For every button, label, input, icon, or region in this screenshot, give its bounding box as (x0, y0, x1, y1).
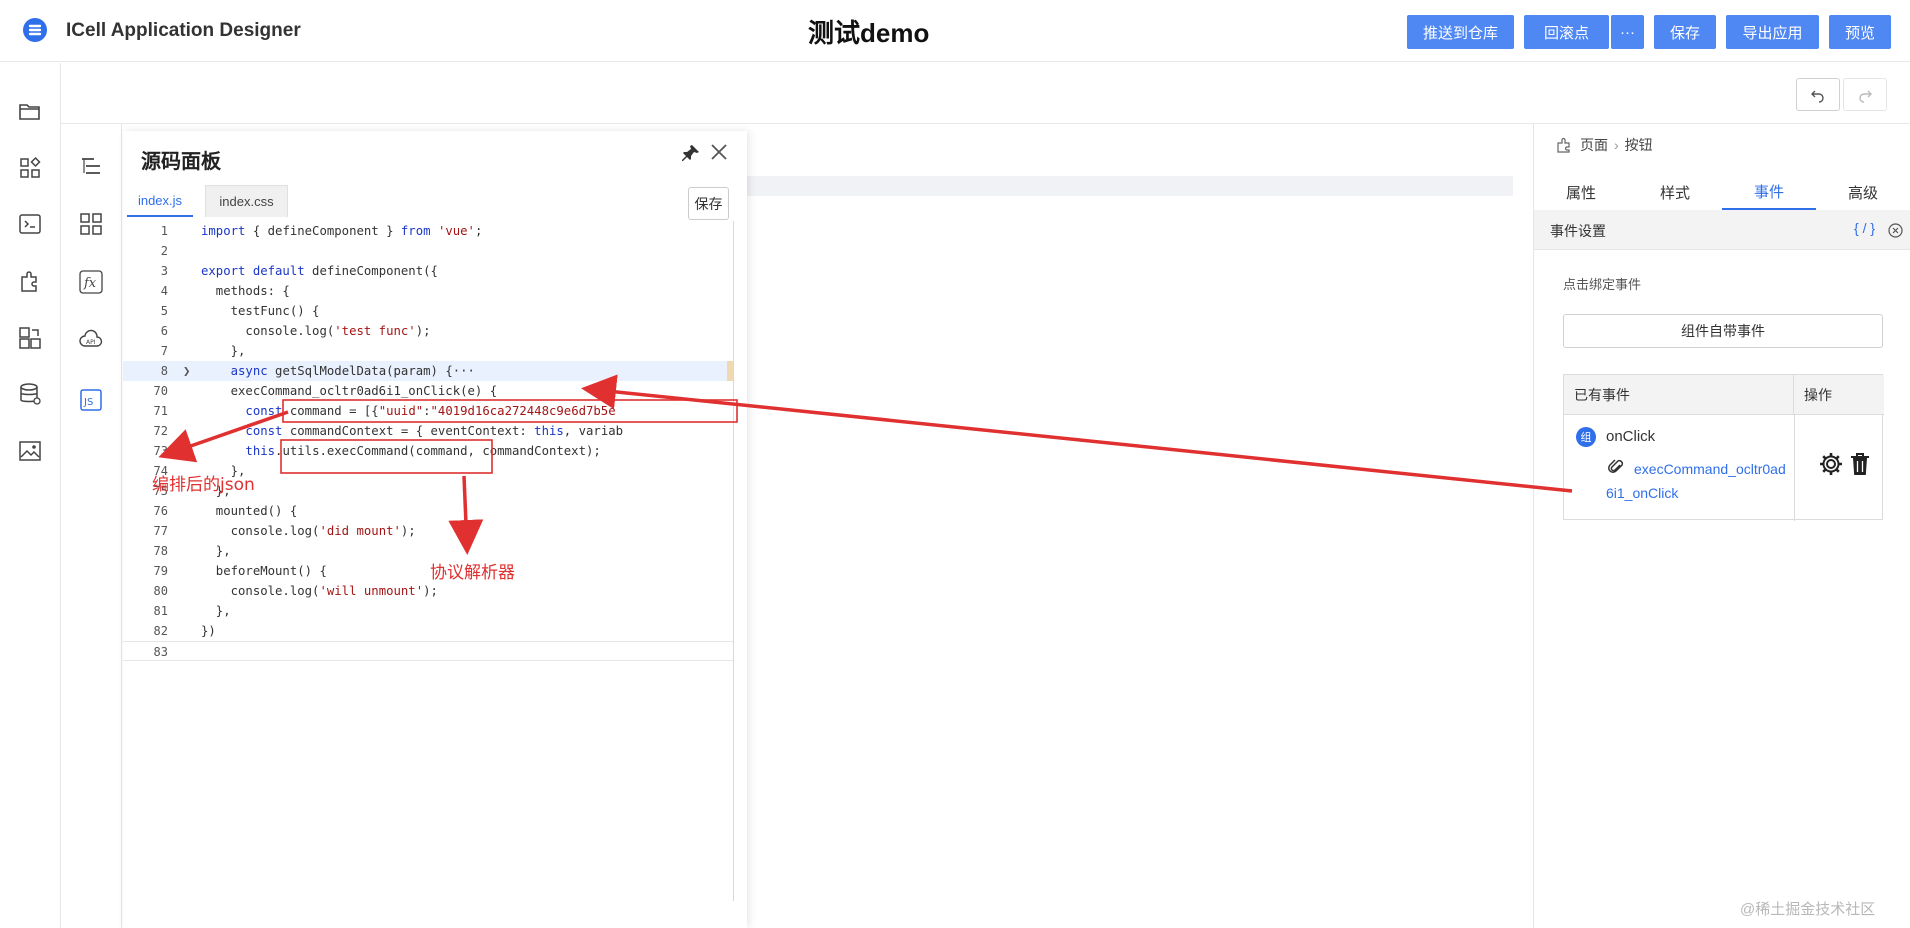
undo-button[interactable] (1796, 78, 1840, 111)
breadcrumb-page[interactable]: 页面 (1580, 135, 1608, 155)
event-handler-link[interactable]: execCommand_ocltr0ad6i1_onClick (1606, 457, 1792, 505)
fold-chevron-icon[interactable]: ❯ (183, 361, 190, 381)
actions-column-header: 操作 (1794, 375, 1884, 415)
svg-text:API: API (86, 339, 96, 346)
database-icon[interactable] (17, 381, 43, 407)
component-icon (1557, 137, 1570, 153)
terminal-icon[interactable] (17, 211, 43, 237)
outline-icon[interactable] (78, 154, 104, 180)
code-panel-title: 源码面板 (141, 151, 221, 173)
code-line: 4 methods: { (160, 284, 290, 298)
puzzle-icon[interactable] (17, 325, 43, 351)
code-line: 2 (160, 244, 168, 258)
push-to-repo-button[interactable]: 推送到仓库 (1407, 15, 1514, 49)
undo-icon (1811, 90, 1824, 103)
components-icon[interactable] (17, 155, 43, 181)
js-icon[interactable]: JS (78, 387, 104, 413)
redo-button[interactable] (1843, 78, 1887, 111)
builtin-events-button[interactable]: 组件自带事件 (1563, 314, 1883, 348)
source-code-panel: 源码面板 index.js index.css 保存 1 import { def… (123, 131, 747, 928)
code-toggle-button[interactable]: { / } (1854, 220, 1875, 236)
breadcrumb-button[interactable]: 按钮 (1625, 135, 1653, 155)
app-name: ICell Application Designer (66, 20, 301, 41)
export-app-button[interactable]: 导出应用 (1726, 15, 1819, 49)
trash-icon[interactable] (1848, 451, 1872, 477)
properties-panel: 页面 › 按钮 属性 样式 事件 高级 事件设置 { / } 点击绑定事件 组件… (1533, 124, 1910, 928)
code-line: 78 }, (153, 544, 231, 558)
code-line: 72 const commandContext = { eventContext… (153, 424, 624, 438)
code-line: 3 export default defineComponent({ (160, 264, 438, 278)
app-header: ICell Application Designer 测试demo 推送到仓库 … (0, 0, 1910, 62)
redo-icon (1859, 90, 1872, 103)
editor-scrollbar[interactable] (733, 221, 734, 901)
page-title: 测试demo (808, 18, 930, 48)
code-line: 81 }, (153, 604, 231, 618)
bind-event-label: 点击绑定事件 (1563, 277, 1642, 292)
code-line: 6 console.log('test func'); (160, 324, 431, 338)
folder-icon[interactable] (17, 98, 43, 124)
preview-button[interactable]: 预览 (1829, 15, 1891, 49)
plugin-icon[interactable] (17, 268, 43, 294)
group-badge: 组 (1576, 427, 1596, 447)
code-line: 70 execCommand_ocltr0ad6i1_onClick(e) { (153, 384, 498, 398)
more-button[interactable]: ··· (1611, 15, 1644, 49)
event-settings-title: 事件设置 (1550, 223, 1606, 239)
tab-styles[interactable]: 样式 (1628, 174, 1722, 210)
code-line: 76 mounted() { (153, 504, 298, 518)
tab-events[interactable]: 事件 (1722, 174, 1816, 210)
api-cloud-icon[interactable]: API (78, 327, 104, 353)
pin-icon[interactable] (681, 143, 701, 163)
tab-index-js[interactable]: index.js (127, 185, 193, 217)
breadcrumb: 页面 › 按钮 (1556, 135, 1653, 155)
svg-text:JS: JS (83, 397, 93, 408)
secondary-sidebar: fx API JS (61, 124, 122, 928)
close-circle-icon[interactable] (1888, 223, 1903, 238)
code-line: 7 }, (160, 344, 246, 358)
parser-annotation-label: 协议解析器 (430, 563, 515, 583)
attachment-icon (1608, 459, 1624, 473)
save-button[interactable]: 保存 (1654, 15, 1716, 49)
grid-icon[interactable] (78, 211, 104, 237)
code-line: 1 import { defineComponent } from 'vue'; (160, 224, 483, 238)
code-line: 83 (123, 641, 733, 661)
close-icon[interactable] (708, 141, 730, 163)
app-logo-icon (23, 18, 47, 42)
event-name: onClick (1606, 428, 1656, 445)
code-editor[interactable]: 1 import { defineComponent } from 'vue'; … (123, 221, 733, 661)
code-line: 5 testFunc() { (160, 304, 320, 318)
json-annotation-label: 编排后的json (152, 475, 255, 495)
tab-properties[interactable]: 属性 (1534, 174, 1628, 210)
rollback-button[interactable]: 回滚点 (1524, 15, 1609, 49)
code-line: 71 const command = [{"uuid":"4019d16ca27… (153, 404, 616, 418)
code-save-button[interactable]: 保存 (688, 187, 729, 220)
canvas-page[interactable] (747, 196, 1513, 908)
breadcrumb-separator-icon: › (1614, 137, 1619, 153)
function-icon[interactable]: fx (78, 269, 104, 295)
code-line: 77 console.log('did mount'); (153, 524, 416, 538)
code-line: 8 ❯ async getSqlModelData(param) {··· (123, 361, 733, 381)
code-line: 73 this.utils.execCommand(command, comma… (153, 444, 601, 458)
gear-icon[interactable] (1818, 451, 1844, 477)
tab-advanced[interactable]: 高级 (1816, 174, 1910, 210)
tab-index-css[interactable]: index.css (205, 185, 288, 217)
events-table: 已有事件 操作 组 onClick execCommand_ocltr0ad6i… (1563, 374, 1884, 521)
primary-sidebar (0, 63, 61, 928)
image-icon[interactable] (17, 438, 43, 464)
event-settings-header: 事件设置 { / } (1534, 210, 1910, 250)
code-line: 79 beforeMount() { (153, 564, 327, 578)
canvas-toolbar (61, 63, 1910, 124)
events-column-header: 已有事件 (1564, 375, 1794, 415)
code-line: 80 console.log('will unmount'); (153, 584, 438, 598)
svg-text:fx: fx (83, 276, 97, 291)
code-line: 82}) (153, 624, 216, 638)
watermark: @稀土掘金技术社区 (1740, 901, 1876, 918)
